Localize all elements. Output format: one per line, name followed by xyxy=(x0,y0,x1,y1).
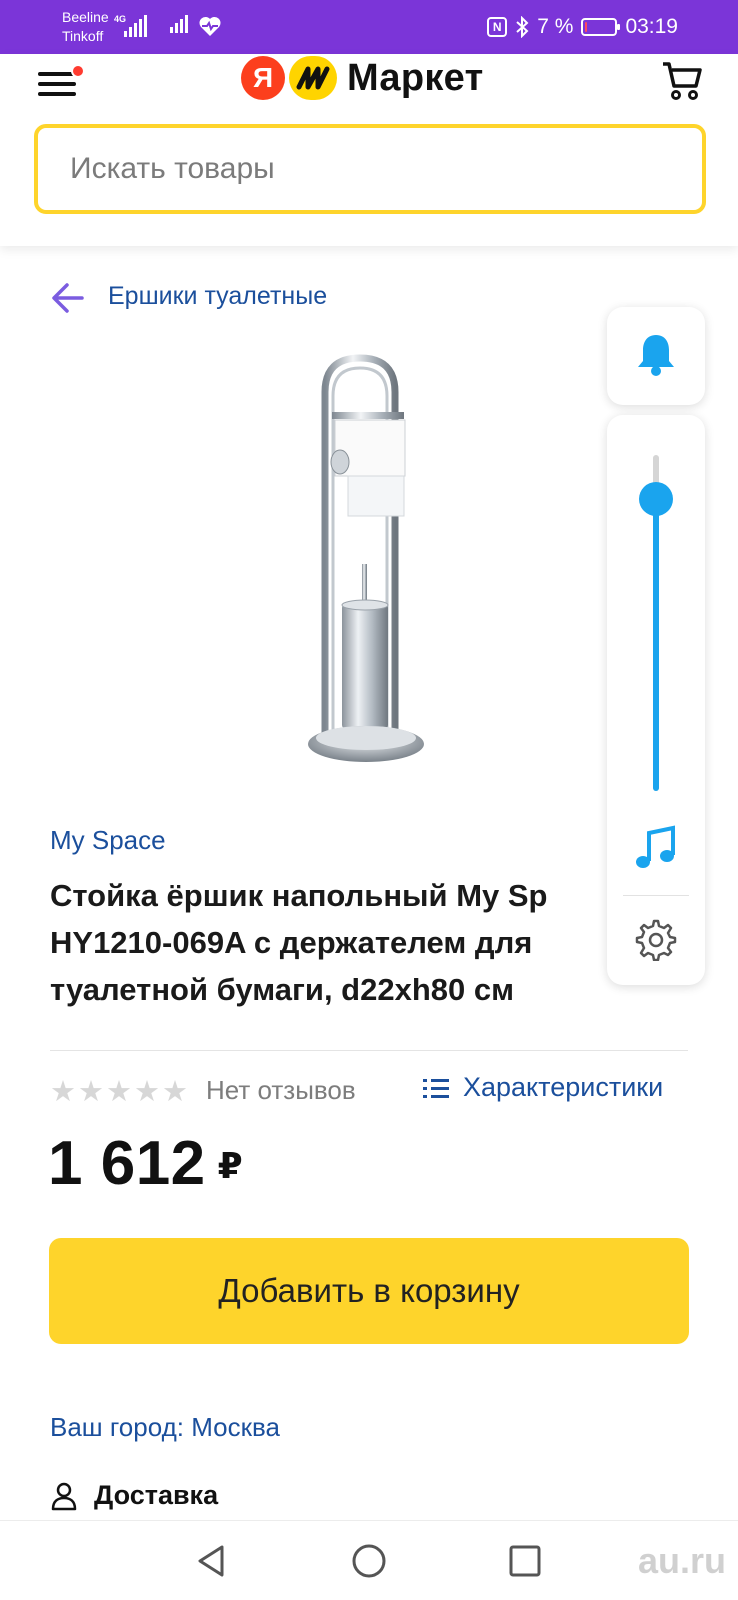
header: Я Маркет xyxy=(0,54,738,246)
back-button[interactable] xyxy=(50,280,86,316)
delivery-label: Доставка xyxy=(94,1480,219,1510)
menu-icon-bar xyxy=(38,82,76,86)
specs-link[interactable]: Характеристики xyxy=(423,1072,663,1103)
product-title-line: туалетной бумаги, d22xh80 см xyxy=(50,972,515,1007)
carrier-names: Beeline Tinkoff xyxy=(62,8,109,46)
logo-text: Маркет xyxy=(347,56,484,99)
menu-notification-dot xyxy=(71,64,85,78)
status-bar: Beeline Tinkoff 4G N 7 % 03:19 xyxy=(0,0,738,54)
cart-button[interactable] xyxy=(660,58,704,102)
specs-link-label: Характеристики xyxy=(463,1072,664,1102)
star-icon: ★ xyxy=(78,1076,104,1108)
signal-icon xyxy=(170,15,188,33)
add-to-cart-button[interactable]: Добавить в корзину xyxy=(49,1238,689,1344)
heart-rate-icon xyxy=(199,16,221,36)
logo-ya-mark: Я xyxy=(241,56,285,100)
menu-button[interactable] xyxy=(38,64,85,100)
battery-fill xyxy=(585,22,588,32)
price-value: 1 612 xyxy=(48,1129,206,1198)
section-divider xyxy=(50,1050,688,1051)
battery-icon xyxy=(581,18,621,36)
music-note-icon[interactable] xyxy=(633,825,679,871)
search-input[interactable] xyxy=(70,152,670,186)
yandex-market-logo[interactable]: Я Маркет xyxy=(241,54,484,102)
carrier-1: Beeline xyxy=(62,9,109,25)
bluetooth-icon xyxy=(516,16,529,38)
system-nav-bar xyxy=(0,1520,738,1600)
product-price: 1 612 ₽ xyxy=(48,1128,243,1199)
product-title: Стойка ёршик напольный My Sp HY1210-069A… xyxy=(50,872,730,1013)
watermark: au.ru xyxy=(637,1540,726,1581)
home-circle-icon[interactable] xyxy=(349,1541,389,1581)
volume-slider-knob[interactable] xyxy=(639,481,673,516)
arrow-left-icon xyxy=(52,283,84,313)
signal-icon xyxy=(124,15,147,37)
battery-percent: 7 % xyxy=(537,15,574,38)
menu-icon-bar xyxy=(38,92,76,96)
notification-volume-button[interactable] xyxy=(607,307,705,405)
star-icon: ★ xyxy=(50,1076,76,1108)
price-currency: ₽ xyxy=(217,1145,244,1186)
star-icon: ★ xyxy=(106,1076,132,1108)
volume-slider-fill xyxy=(653,499,659,791)
back-triangle-icon[interactable] xyxy=(192,1541,232,1581)
reviews-count[interactable]: Нет отзывов xyxy=(206,1075,356,1106)
city-selector[interactable]: Ваш город: Москва xyxy=(50,1412,280,1443)
carrier-2: Tinkoff xyxy=(62,28,104,44)
star-icon: ★ xyxy=(134,1076,160,1108)
recents-square-icon[interactable] xyxy=(505,1541,545,1581)
product-image[interactable] xyxy=(300,352,440,772)
logo-market-mark xyxy=(289,56,337,100)
product-title-line: HY1210-069A с держателем для xyxy=(50,925,533,960)
product-brand[interactable]: My Space xyxy=(50,825,166,856)
nfc-icon: N xyxy=(487,17,508,37)
star-icon: ★ xyxy=(162,1076,188,1108)
bell-icon xyxy=(638,335,674,376)
breadcrumb-category[interactable]: Ершики туалетные xyxy=(108,282,327,311)
person-icon xyxy=(51,1482,77,1510)
rating-stars: ★ ★ ★ ★ ★ xyxy=(50,1074,188,1109)
list-icon xyxy=(423,1078,449,1098)
cart-icon xyxy=(663,62,702,100)
search-box[interactable] xyxy=(34,124,706,214)
delivery-section[interactable]: Доставка xyxy=(50,1480,218,1511)
clock: 03:19 xyxy=(625,15,678,38)
product-title-line: Стойка ёршик напольный My Sp xyxy=(50,878,548,913)
